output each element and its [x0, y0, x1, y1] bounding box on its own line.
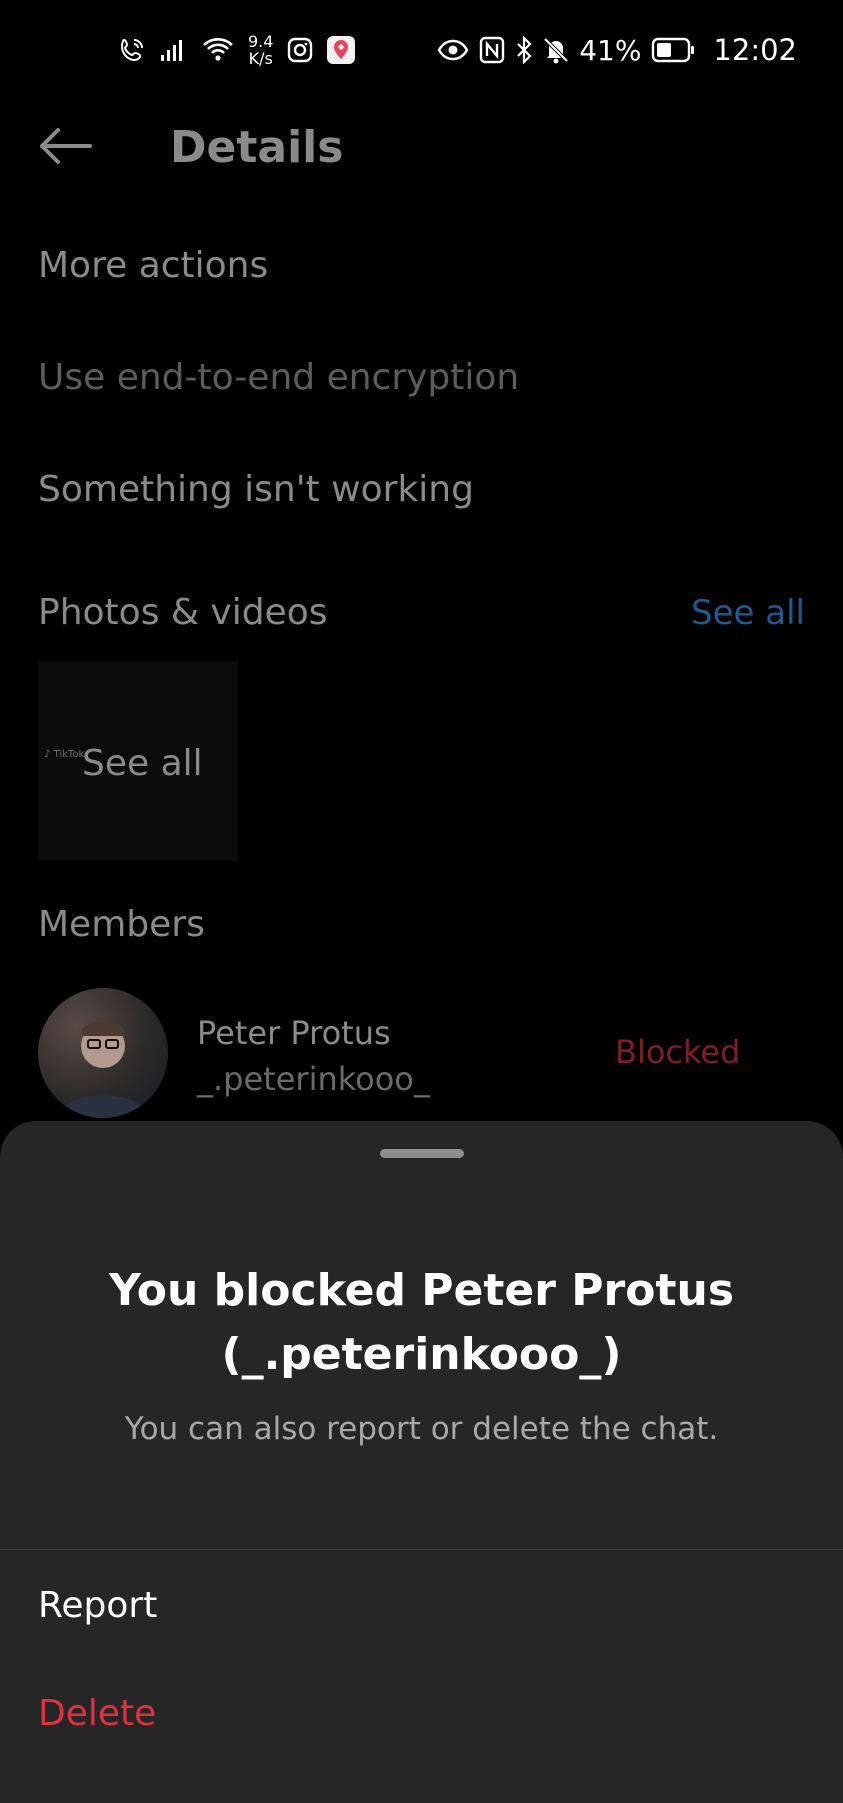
blocked-bottom-sheet: You blocked Peter Protus (_.peterinkooo_… [0, 1121, 843, 1803]
photos-videos-heading: Photos & videos [38, 592, 328, 633]
status-bar-right: 41% 12:02 [437, 28, 797, 72]
sheet-drag-handle[interactable] [380, 1149, 464, 1158]
more-actions-heading: More actions [38, 245, 269, 286]
blocked-status: Blocked [615, 1033, 741, 1071]
media-thumbnail[interactable]: ♪ TikTok See all [38, 661, 238, 861]
arrow-left-icon [36, 126, 92, 170]
nfc-icon [479, 36, 505, 64]
delete-button[interactable]: Delete [38, 1693, 156, 1734]
instagram-icon [287, 37, 313, 63]
clock: 12:02 [713, 33, 797, 67]
tiktok-watermark-label: TikTok [53, 749, 85, 760]
members-heading: Members [38, 904, 205, 945]
wifi-calling-icon [118, 36, 146, 64]
member-name: Peter Protus [197, 1014, 391, 1052]
e2e-encryption-item[interactable]: Use end-to-end encryption [38, 357, 519, 398]
back-button[interactable] [36, 126, 92, 170]
bell-muted-icon [543, 36, 569, 64]
status-bar-left: 9.4 K/s [118, 28, 356, 72]
header: Details [0, 100, 843, 196]
page-title: Details [170, 122, 344, 173]
maps-app-icon [327, 36, 356, 64]
member-row[interactable]: Peter Protus _.peterinkooo_ Blocked [0, 988, 843, 1128]
network-speed-unit: K/s [248, 49, 273, 68]
avatar [38, 988, 168, 1118]
network-speed: 9.4 K/s [248, 33, 273, 67]
status-bar: 9.4 K/s 41% 12:02 [0, 0, 843, 100]
thumbnail-see-all-label: See all [82, 743, 203, 784]
details-page: Details More actions Use end-to-end encr… [0, 100, 843, 1120]
network-speed-value: 9.4 [248, 32, 274, 51]
something-not-working-item[interactable]: Something isn't working [38, 469, 474, 510]
member-handle: _.peterinkooo_ [197, 1060, 430, 1098]
see-all-link[interactable]: See all [691, 593, 805, 633]
tiktok-watermark: ♪ TikTok [44, 749, 85, 760]
battery-icon [651, 37, 695, 63]
sheet-subtitle: You can also report or delete the chat. [124, 1411, 719, 1447]
report-button[interactable]: Report [38, 1585, 157, 1626]
sheet-title: You blocked Peter Protus (_.peterinkooo_… [108, 1265, 735, 1380]
wifi-icon [202, 37, 234, 63]
eye-icon [437, 39, 469, 61]
divider [0, 1549, 843, 1550]
battery-percent: 41% [579, 33, 642, 67]
signal-icon [160, 37, 188, 63]
bluetooth-icon [515, 36, 533, 64]
screen: 9.4 K/s 41% 12:02 Details More actions U… [0, 0, 843, 1803]
